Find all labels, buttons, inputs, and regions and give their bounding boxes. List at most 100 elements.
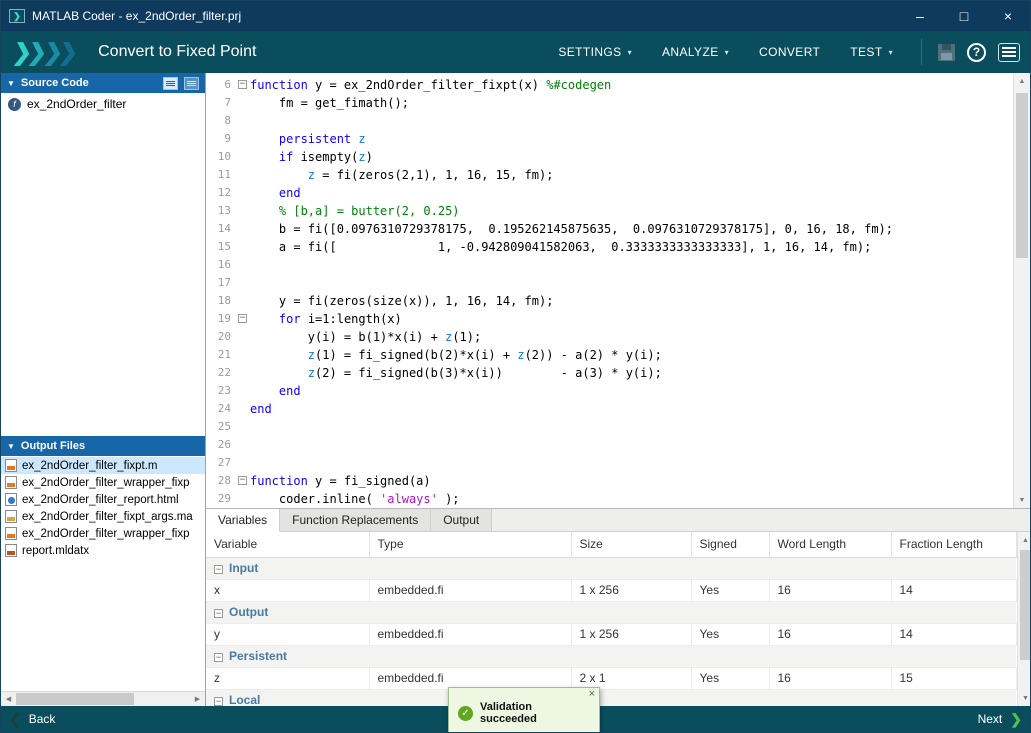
- chevron-down-icon: ▾: [889, 48, 893, 57]
- save-icon[interactable]: [938, 44, 955, 61]
- line-number: 23: [206, 382, 236, 400]
- code-line: 7 fm = get_fimath();: [206, 94, 1013, 112]
- app-icon: ❯: [9, 9, 25, 23]
- collapse-icon[interactable]: −: [214, 653, 223, 662]
- column-header[interactable]: Word Length: [769, 532, 891, 557]
- collapse-icon[interactable]: −: [214, 697, 223, 706]
- tab-output[interactable]: Output: [431, 509, 492, 531]
- scroll-down-icon[interactable]: ▼: [1014, 492, 1030, 508]
- column-header[interactable]: Type: [369, 532, 571, 557]
- fold-collapse-icon[interactable]: −: [238, 314, 247, 323]
- group-row[interactable]: −Persistent: [206, 645, 1016, 667]
- code-token: (2) = fi_signed(b(3)*x(i)) - a(3) * y(i)…: [315, 366, 662, 380]
- sidebar-horizontal-scrollbar[interactable]: ◀ ▶: [1, 691, 205, 706]
- code-token: [250, 312, 279, 326]
- fold-column: [236, 274, 250, 292]
- scrollbar-thumb[interactable]: [1020, 550, 1031, 660]
- cell-variable: x: [206, 579, 369, 601]
- menu-icon[interactable]: [998, 43, 1020, 62]
- line-number: 17: [206, 274, 236, 292]
- menu-settings[interactable]: SETTINGS▾: [558, 45, 632, 59]
- code-token: [250, 366, 308, 380]
- code-token: y = ex_2ndOrder_filter_fixpt(x): [308, 78, 546, 92]
- line-number: 11: [206, 166, 236, 184]
- output-files-panel-title: Output Files: [21, 440, 85, 452]
- scroll-right-icon[interactable]: ▶: [190, 695, 205, 703]
- scrollbar-thumb[interactable]: [16, 693, 134, 705]
- line-number: 14: [206, 220, 236, 238]
- icon-mfile: [5, 527, 17, 540]
- file-item[interactable]: ex_2ndOrder_filter_fixpt.m: [1, 457, 205, 474]
- scrollbar-thumb[interactable]: [1016, 93, 1028, 258]
- scroll-up-icon[interactable]: ▲: [1018, 532, 1031, 548]
- file-item[interactable]: ex_2ndOrder_filter_wrapper_fixp: [1, 474, 205, 491]
- fold-collapse-icon[interactable]: −: [238, 80, 247, 89]
- line-number: 13: [206, 202, 236, 220]
- list-view-icon[interactable]: [163, 77, 178, 90]
- back-button[interactable]: ❮ Back: [9, 712, 55, 726]
- column-header[interactable]: Fraction Length: [891, 532, 1016, 557]
- menu-analyze[interactable]: ANALYZE▾: [662, 45, 729, 59]
- tab-variables[interactable]: Variables: [206, 509, 280, 532]
- menu-test[interactable]: TEST▾: [850, 45, 893, 59]
- line-number: 21: [206, 346, 236, 364]
- collapse-icon[interactable]: −: [214, 565, 223, 574]
- group-label: Persistent: [229, 649, 287, 663]
- code-text: end: [250, 382, 301, 400]
- table-vertical-scrollbar[interactable]: ▲ ▼: [1017, 532, 1031, 706]
- column-header[interactable]: Signed: [691, 532, 769, 557]
- table-row[interactable]: xembedded.fi1 x 256Yes1614: [206, 579, 1016, 601]
- close-button[interactable]: ×: [986, 1, 1030, 31]
- column-header[interactable]: Size: [571, 532, 691, 557]
- file-item[interactable]: ex_2ndOrder_filter_wrapper_fixp: [1, 525, 205, 542]
- code-line: 24end: [206, 400, 1013, 418]
- code-token: ): [366, 150, 373, 164]
- collapse-icon[interactable]: −: [214, 609, 223, 618]
- file-item[interactable]: ex_2ndOrder_filter_report.html: [1, 491, 205, 508]
- code-token: function: [250, 474, 308, 488]
- table-row[interactable]: yembedded.fi1 x 256Yes1614: [206, 623, 1016, 645]
- code-lines[interactable]: 6−function y = ex_2ndOrder_filter_fixpt(…: [206, 73, 1013, 508]
- group-row[interactable]: −Input: [206, 557, 1016, 579]
- line-number: 25: [206, 418, 236, 436]
- file-item[interactable]: report.mldatx: [1, 542, 205, 559]
- collapse-triangle-icon[interactable]: ▼: [7, 442, 15, 451]
- editor-vertical-scrollbar[interactable]: ▲ ▼: [1013, 73, 1030, 508]
- file-item[interactable]: ex_2ndOrder_filter_fixpt_args.ma: [1, 508, 205, 525]
- code-text: b = fi([0.0976310729378175, 0.1952621458…: [250, 220, 893, 238]
- fold-collapse-icon[interactable]: −: [238, 476, 247, 485]
- table-row[interactable]: zembedded.fi2 x 1Yes1615: [206, 667, 1016, 689]
- variables-table: VariableTypeSizeSignedWord LengthFractio…: [206, 532, 1017, 706]
- close-icon[interactable]: ×: [589, 688, 595, 700]
- tree-view-icon[interactable]: [184, 77, 199, 90]
- variables-table-body: −Inputxembedded.fi1 x 256Yes1614−Outputy…: [206, 557, 1016, 706]
- icon-mfile: [5, 476, 17, 489]
- tab-function-replacements[interactable]: Function Replacements: [280, 509, 431, 531]
- line-number: 26: [206, 436, 236, 454]
- source-item[interactable]: f ex_2ndOrder_filter: [1, 93, 205, 115]
- column-header[interactable]: Variable: [206, 532, 369, 557]
- success-check-icon: ✓: [458, 706, 473, 721]
- window-controls: – □ ×: [898, 1, 1030, 31]
- menu-convert[interactable]: CONVERT: [759, 45, 820, 59]
- code-token: z: [308, 348, 315, 362]
- code-token: [250, 150, 279, 164]
- scroll-up-icon[interactable]: ▲: [1014, 73, 1030, 89]
- minimize-button[interactable]: –: [898, 1, 942, 31]
- maximize-button[interactable]: □: [942, 1, 986, 31]
- code-token: z: [308, 366, 315, 380]
- next-button[interactable]: Next ❯: [978, 712, 1022, 726]
- fold-column: [236, 220, 250, 238]
- code-text: if isempty(z): [250, 148, 373, 166]
- output-files-panel-header[interactable]: ▼ Output Files: [1, 436, 205, 456]
- group-row[interactable]: −Local: [206, 689, 1016, 706]
- collapse-triangle-icon[interactable]: ▼: [7, 79, 15, 88]
- scroll-down-icon[interactable]: ▼: [1018, 690, 1031, 706]
- fold-column: [236, 112, 250, 130]
- scroll-left-icon[interactable]: ◀: [1, 695, 16, 703]
- fold-column: [236, 238, 250, 256]
- code-text: a = fi([ 1, -0.942809041582063, 0.333333…: [250, 238, 871, 256]
- source-code-panel-header[interactable]: ▼ Source Code: [1, 73, 205, 93]
- group-row[interactable]: −Output: [206, 601, 1016, 623]
- help-icon[interactable]: ?: [967, 43, 986, 62]
